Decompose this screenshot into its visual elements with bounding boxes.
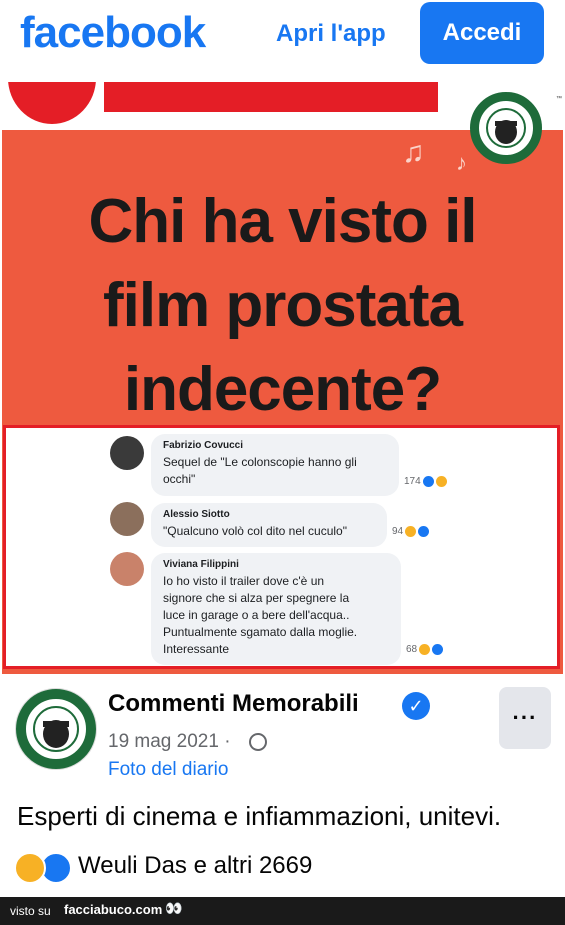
like-reaction-icon bbox=[422, 476, 434, 487]
more-icon: ··· bbox=[512, 705, 538, 730]
page-name[interactable]: Commenti Memorabili bbox=[108, 690, 359, 718]
post-text: Esperti di cinema e infiammazioni, unite… bbox=[17, 801, 502, 831]
reaction-count: 94 bbox=[392, 526, 404, 537]
post-date[interactable]: 19 mag 2021 · bbox=[108, 731, 231, 753]
commenti-memorabili-badge-icon bbox=[470, 92, 542, 164]
verified-icon: ✓ bbox=[402, 692, 430, 720]
image-border bbox=[0, 82, 2, 674]
reaction-icons[interactable] bbox=[14, 852, 72, 884]
commenter-name: Viviana Filippini bbox=[163, 559, 239, 570]
red-bar-shape bbox=[104, 82, 438, 112]
comment-text-line: Io ho visto il trailer dove c'è un bbox=[163, 574, 325, 588]
comment-bubble: Viviana Filippini Io ho visto il trailer… bbox=[151, 553, 401, 665]
trademark-mark: ™ bbox=[556, 96, 562, 102]
globe-icon bbox=[249, 733, 267, 751]
diary-photo-link[interactable]: Foto del diario bbox=[108, 759, 228, 781]
login-button[interactable]: Accedi bbox=[420, 2, 544, 64]
comments-panel: Fabrizio Covucci Sequel de "Le colonscop… bbox=[3, 425, 560, 669]
like-reaction-icon bbox=[418, 526, 430, 537]
footer-visto-label: visto su bbox=[10, 904, 51, 918]
commenter-name: Alessio Siotto bbox=[163, 509, 230, 520]
comment-text-line: Puntualmente sgamato dalla moglie. bbox=[163, 625, 358, 639]
haha-reaction-icon bbox=[14, 852, 46, 884]
music-note-icon-small: ♪ bbox=[456, 150, 467, 175]
facebook-logo[interactable]: facebook bbox=[20, 8, 206, 58]
meme-title: Chi ha visto il film prostata indecente? bbox=[20, 180, 545, 432]
comment-text-line: signore che si alza per spegnere la bbox=[163, 591, 350, 605]
comment-bubble: Alessio Siotto "Qualcuno volò col dito n… bbox=[151, 503, 387, 547]
meme-title-line: Chi ha visto il bbox=[88, 187, 477, 256]
comment-text-line: luce in garage o a bere dell'acqua.. bbox=[163, 608, 350, 622]
open-app-link[interactable]: Apri l'app bbox=[276, 20, 386, 48]
avatar bbox=[110, 436, 144, 470]
reaction-count: 68 bbox=[406, 644, 418, 655]
reaction-count: 174 bbox=[404, 476, 421, 487]
comment-text-line: occhi" bbox=[163, 472, 196, 486]
reactions-summary[interactable]: Weuli Das e altri 2669 bbox=[78, 852, 312, 880]
meme-title-line: indecente? bbox=[123, 355, 442, 424]
comment-text-line: "Qualcuno volò col dito nel cuculo" bbox=[163, 524, 347, 538]
haha-reaction-icon bbox=[405, 526, 417, 537]
top-bar: facebook Apri l'app Accedi bbox=[0, 0, 565, 80]
meme-title-line: film prostata bbox=[102, 271, 463, 340]
avatar bbox=[110, 552, 144, 586]
footer-site-label: facciabuco.com bbox=[64, 902, 163, 917]
music-note-icon: ♫ bbox=[402, 136, 425, 169]
comment-text-line: Sequel de "Le colonscopie hanno gli bbox=[163, 455, 357, 469]
comment-reactions: 68 bbox=[406, 644, 444, 655]
watermark-footer: visto su facciabuco.com 👀 bbox=[0, 897, 565, 925]
post-image[interactable]: ™ ♫ ♪ Chi ha visto il film prostata inde… bbox=[0, 82, 565, 674]
commenter-name: Fabrizio Covucci bbox=[163, 440, 244, 451]
eyes-icon: 👀 bbox=[165, 900, 183, 916]
comment-bubble: Fabrizio Covucci Sequel de "Le colonscop… bbox=[151, 434, 399, 496]
comment-reactions: 94 bbox=[392, 526, 430, 537]
page-avatar[interactable] bbox=[15, 688, 97, 770]
comment-text-line: Interessante bbox=[163, 642, 230, 656]
haha-reaction-icon bbox=[435, 476, 447, 487]
haha-reaction-icon bbox=[419, 644, 431, 655]
more-options-button[interactable]: ··· bbox=[499, 687, 551, 749]
commenti-memorabili-logo-icon bbox=[16, 689, 96, 769]
comment-reactions: 174 bbox=[404, 476, 447, 487]
avatar bbox=[110, 502, 144, 536]
like-reaction-icon bbox=[432, 644, 444, 655]
